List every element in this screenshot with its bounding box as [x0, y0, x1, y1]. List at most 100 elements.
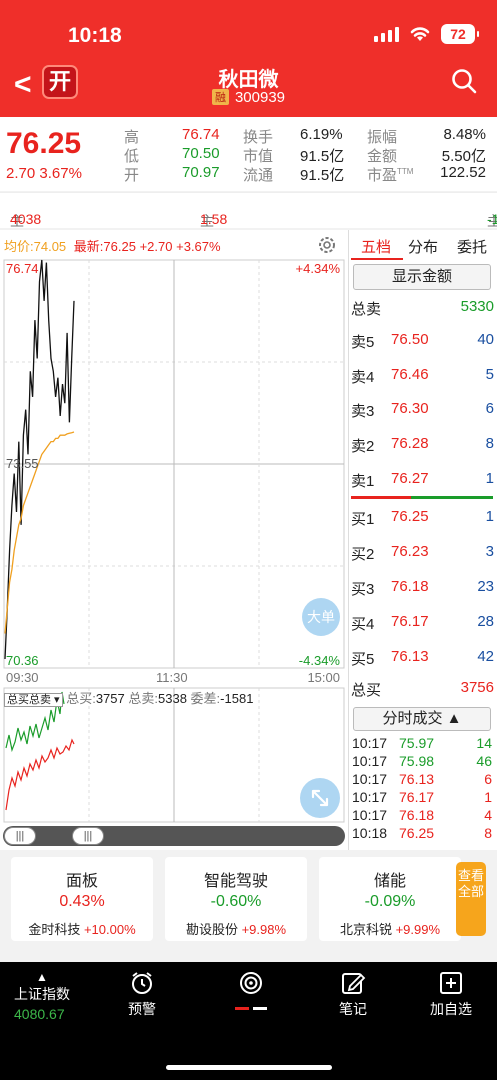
stock-code: 300939: [234, 89, 286, 106]
sector-card-1[interactable]: 面板 0.43% 金时科技 +10.00%: [11, 857, 153, 941]
show-amount-button[interactable]: 显示金额: [353, 264, 491, 290]
tick-row: 10:17 76.17 1: [352, 789, 492, 805]
sub-chart-header: 总买总卖 ▾ 总买:3757 总卖:5338 委差:-1581: [4, 688, 253, 707]
tab-distribution[interactable]: 分布: [408, 236, 438, 257]
sub-indicator-select[interactable]: 总买总卖 ▾: [4, 693, 63, 707]
ticks-header-button[interactable]: 分时成交 ▲: [353, 707, 491, 731]
max-price-label: 76.74: [6, 261, 39, 276]
price-change: 2.70 3.67%: [6, 165, 82, 182]
open-value: 70.97: [182, 164, 220, 181]
low-label: 低: [124, 148, 140, 165]
bid-row-5[interactable]: 买5 76.13 42: [351, 648, 494, 670]
search-icon[interactable]: [451, 68, 477, 94]
status-icons: 72: [374, 24, 479, 44]
chart-header: 均价:74.05 最新:76.25 +2.70 +3.67%: [4, 239, 221, 254]
expand-icon: [311, 789, 329, 807]
page-indicator: [235, 1007, 267, 1010]
open-label: 开: [124, 167, 140, 184]
scroll-handle-right[interactable]: |||: [72, 827, 104, 845]
add-icon: [440, 972, 462, 994]
view-all-button[interactable]: 查看全部: [456, 862, 486, 936]
bid-row-4[interactable]: 买4 76.17 28: [351, 613, 494, 635]
market-cap-value: 91.5亿: [300, 148, 345, 165]
stock-code-row: 融 300939: [0, 89, 497, 106]
low-value: 70.50: [182, 145, 220, 162]
bid-row-1[interactable]: 买1 76.25 1: [351, 508, 494, 530]
time-label-noon: 11:30: [156, 670, 188, 685]
tab-alert[interactable]: 预警: [128, 970, 156, 1019]
tab-underline: [351, 258, 403, 260]
tab-five-levels[interactable]: 五档: [361, 236, 391, 257]
market-cap-label: 市值: [243, 148, 274, 165]
ask-row-3[interactable]: 卖3 76.30 6: [351, 400, 494, 422]
time-label-open: 09:30: [6, 670, 39, 685]
tab-entrust[interactable]: 委托: [457, 236, 487, 257]
book-tabs: 五档 分布 委托: [349, 230, 497, 260]
header: 10:18 72 < 开 秋田微 融 300939: [0, 0, 497, 117]
order-book-panel: 五档 分布 委托 显示金额 总卖 5330 卖5 76.50 40 卖4 76.46 5 …: [348, 230, 497, 850]
min-price-label: 70.36: [6, 653, 39, 668]
scroll-handle-left[interactable]: |||: [4, 827, 36, 845]
status-bar: 10:18 72: [0, 0, 497, 60]
margin-badge: 融: [211, 89, 229, 105]
tick-row: 10:17 76.13 6: [352, 771, 492, 787]
pe-value: 122.52: [440, 164, 486, 181]
caret-up-icon: ▲: [446, 710, 462, 727]
stock-name: 秋田微: [218, 69, 279, 91]
wifi-icon: [410, 27, 430, 41]
total-buy-row: 总买 3756: [351, 679, 494, 699]
amplitude-value: 8.48%: [443, 126, 486, 143]
caret-up-icon: ▲: [36, 970, 48, 984]
intraday-chart-area[interactable]: 均价:74.05 最新:76.25 +2.70 +3.67% 76.74 +4.…: [0, 230, 348, 850]
mid-price-label: 73.55: [6, 456, 39, 471]
tick-row: 10:17 75.98 46: [352, 753, 492, 769]
target-icon: [240, 972, 262, 994]
tick-row: 10:18 76.25 8: [352, 825, 492, 841]
alarm-clock-icon: [132, 972, 152, 994]
status-time: 10:18: [68, 24, 122, 47]
ask-row-5[interactable]: 卖5 76.50 40: [351, 331, 494, 353]
turnover-label: 换手: [243, 129, 274, 146]
sector-cards: 面板 0.43% 金时科技 +10.00% 智能驾驶 -0.60% 勘设股份 +…: [0, 852, 497, 960]
nav-bar: < 开 秋田微 融 300939: [0, 60, 497, 117]
gear-icon[interactable]: [316, 234, 338, 256]
min-pct-label: -4.34%: [298, 653, 340, 668]
time-label-close: 15:00: [307, 670, 340, 685]
bottom-tab-bar: ▲ 上证指数 4080.67 预警 笔记 加自选: [0, 962, 497, 1080]
float-cap-value: 91.5亿: [300, 167, 345, 184]
float-cap-label: 流通: [243, 167, 274, 184]
amplitude-label: 振幅: [367, 129, 398, 146]
ask-row-1[interactable]: 卖1 76.27 1: [351, 470, 494, 492]
big-order-button[interactable]: 大单: [302, 598, 340, 636]
index-ticker[interactable]: ▲ 上证指数 4080.67: [14, 970, 70, 1022]
home-indicator: [166, 1065, 332, 1070]
tick-row: 10:17 76.18 4: [352, 807, 492, 823]
quote-panel: 76.25 2.70 3.67% 高 76.74 低 70.50 开 70.97…: [0, 117, 497, 191]
ask-row-2[interactable]: 卖2 76.28 8: [351, 435, 494, 457]
amount-value: 5.50亿: [441, 148, 486, 165]
tick-row: 10:17 75.97 14: [352, 735, 492, 751]
total-sell-row: 总卖 5330: [351, 298, 494, 318]
high-value: 76.74: [182, 126, 220, 143]
current-price: 76.25: [6, 127, 82, 160]
pe-label: 市盈TTM: [367, 167, 414, 184]
amount-label: 金额: [367, 148, 398, 165]
sector-card-3[interactable]: 储能 -0.09% 北京科锐 +9.99%: [319, 857, 461, 941]
battery-icon: 72: [441, 24, 479, 44]
tab-notes[interactable]: 笔记: [339, 970, 367, 1019]
cellular-signal-icon: [374, 26, 399, 42]
buy-sell-ratio-bar: [351, 496, 493, 499]
fullscreen-button[interactable]: [300, 778, 340, 818]
edit-note-icon: [342, 973, 366, 994]
sector-card-2[interactable]: 智能驾驶 -0.60% 勘设股份 +9.98%: [165, 857, 307, 941]
bid-row-3[interactable]: 买3 76.18 23: [351, 578, 494, 600]
high-label: 高: [124, 129, 140, 146]
sub-sell-line: [5, 738, 75, 811]
tab-center[interactable]: [235, 970, 267, 1010]
max-pct-label: +4.34%: [295, 261, 340, 276]
bid-row-2[interactable]: 买2 76.23 3: [351, 543, 494, 565]
intraday-chart: [3, 259, 345, 846]
tab-add-watchlist[interactable]: 加自选: [430, 970, 472, 1019]
ask-row-4[interactable]: 卖4 76.46 5: [351, 366, 494, 388]
main-force-row[interactable]: 主力净:4038万 主力买:1.58亿 主力卖:-1.17亿: [0, 192, 497, 269]
